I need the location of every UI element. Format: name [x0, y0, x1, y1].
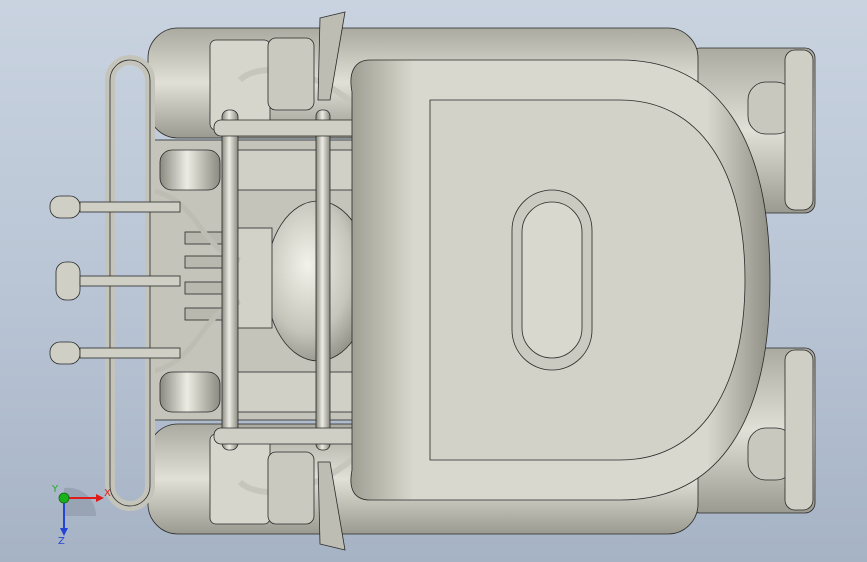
cross-bar-bottom [213, 427, 365, 445]
y-axis-dot [58, 492, 70, 504]
orientation-triad: X Y Z [51, 484, 111, 547]
x-axis-label: X [104, 488, 111, 499]
engine-assembly-model[interactable] [0, 0, 867, 562]
frame-rail-center [315, 109, 331, 451]
y-axis-label: Y [51, 484, 59, 495]
bracket-bottom [267, 451, 315, 525]
main-cowling [350, 59, 771, 501]
triad-disc [64, 487, 97, 516]
frame-rail-left [221, 109, 239, 451]
cross-bar-top [213, 119, 365, 137]
3d-viewport[interactable]: X Y Z [0, 0, 867, 562]
bracket-top [267, 37, 315, 111]
z-axis-label: Z [58, 536, 65, 547]
